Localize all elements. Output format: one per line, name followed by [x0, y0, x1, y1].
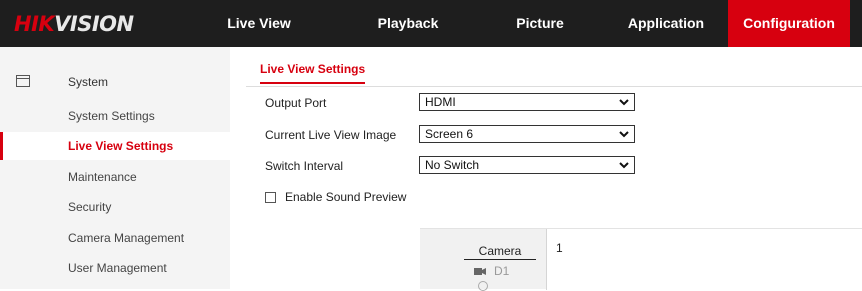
sidebar-group-system[interactable]: System — [0, 72, 230, 94]
current-live-view-image-value: Screen 6 — [425, 127, 474, 141]
hikvision-logo: HIKVISION — [14, 12, 134, 36]
switch-interval-select[interactable]: No Switch — [419, 156, 635, 174]
nav-configuration[interactable]: Configuration — [728, 0, 850, 47]
nav-playback[interactable]: Playback — [368, 0, 448, 47]
nav-live-view[interactable]: Live View — [221, 0, 297, 47]
camera-layout-panel: Camera D1 1 — [420, 228, 862, 291]
enable-sound-preview-checkbox[interactable] — [265, 192, 276, 203]
sidebar-item-user-management[interactable]: User Management — [0, 254, 230, 282]
output-port-select[interactable]: HDMI — [419, 93, 635, 111]
logo-vision: VISION — [54, 12, 134, 36]
nav-picture[interactable]: Picture — [505, 0, 575, 47]
output-port-label: Output Port — [265, 96, 327, 110]
sidebar-group-label: System — [68, 75, 109, 89]
system-icon — [16, 75, 30, 87]
camera-item-partial-icon — [478, 281, 488, 291]
chevron-down-icon — [619, 162, 629, 169]
grid-cell-number: 1 — [556, 241, 563, 255]
current-live-view-image-select[interactable]: Screen 6 — [419, 125, 635, 143]
tab-live-view-settings[interactable]: Live View Settings — [260, 62, 366, 84]
output-port-value: HDMI — [425, 95, 456, 109]
sidebar-item-maintenance[interactable]: Maintenance — [0, 163, 230, 191]
main-content: Live View Settings Output Port HDMI Curr… — [230, 47, 862, 291]
switch-interval-label: Switch Interval — [265, 159, 344, 173]
top-navigation-bar: HIKVISION Live View Playback Picture App… — [0, 0, 862, 47]
sidebar-item-system-settings[interactable]: System Settings — [0, 102, 230, 130]
nav-application[interactable]: Application — [612, 0, 720, 47]
switch-interval-value: No Switch — [425, 158, 480, 172]
sidebar-item-security[interactable]: Security — [0, 193, 230, 221]
chevron-down-icon — [619, 99, 629, 106]
camera-list: Camera D1 — [450, 244, 546, 291]
sidebar-item-live-view-settings[interactable]: Live View Settings — [0, 132, 230, 160]
sidebar: System System Settings Live View Setting… — [0, 47, 230, 289]
logo-hik: HIK — [14, 12, 55, 36]
enable-sound-preview-label[interactable]: Enable Sound Preview — [285, 190, 406, 204]
live-view-grid: 1 — [546, 229, 862, 290]
camera-list-header: Camera — [464, 244, 536, 260]
sidebar-item-camera-management[interactable]: Camera Management — [0, 224, 230, 252]
camera-item-label: D1 — [494, 264, 510, 278]
current-live-view-image-label: Current Live View Image — [265, 128, 397, 142]
tab-divider — [246, 86, 862, 87]
chevron-down-icon — [619, 131, 629, 138]
camera-icon — [474, 268, 486, 275]
